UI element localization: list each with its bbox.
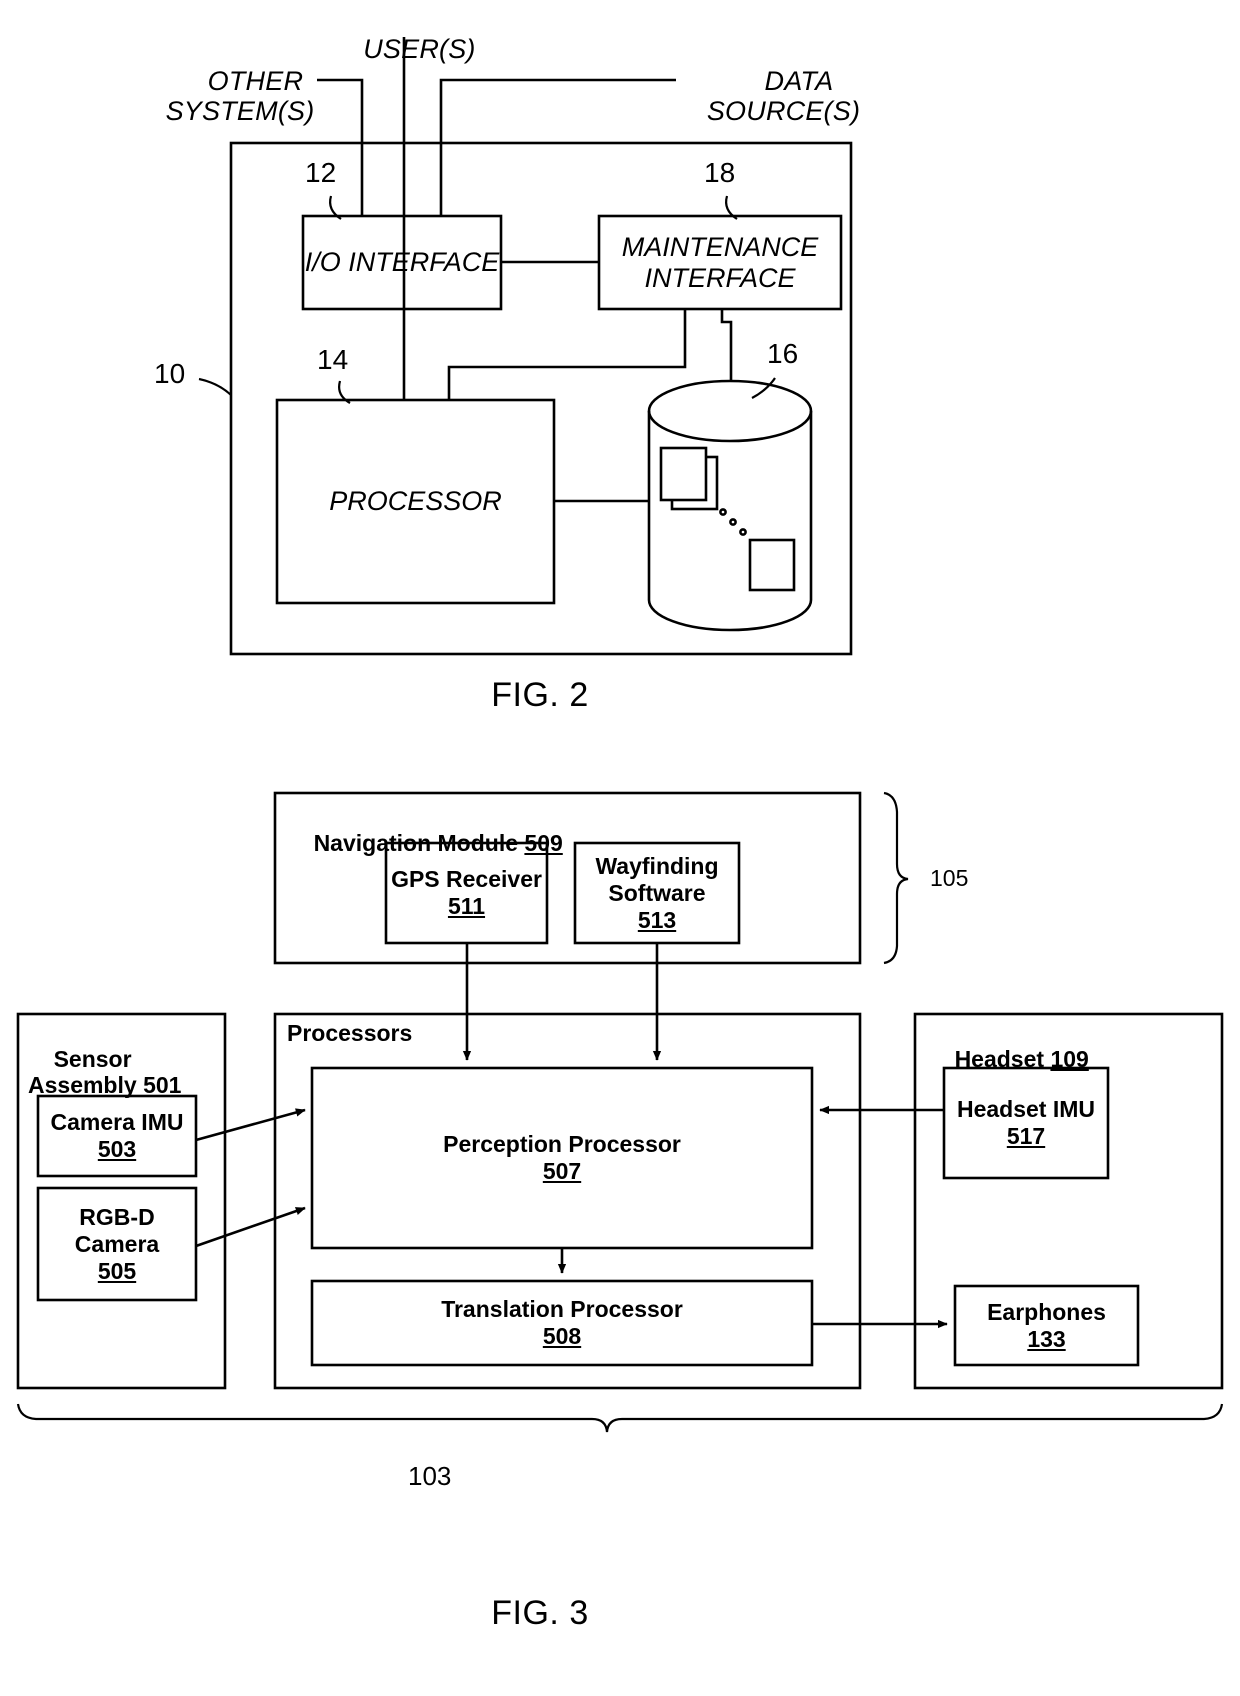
fig2-leader-16 — [751, 377, 776, 399]
fig2-link-maintenance-database — [720, 309, 733, 382]
fig3-title: FIG. 3 — [491, 1594, 589, 1632]
fig3-headset-imu-label: Headset IMU 517 — [956, 1096, 1096, 1149]
fig2-link-maintenance-processor — [447, 309, 687, 400]
fig2-ref-14: 14 — [317, 344, 349, 375]
fig2-db-record-lower — [748, 538, 796, 592]
fig3-earphones-label: Earphones 133 — [987, 1298, 1106, 1352]
fig3-gps-receiver-ref: 511 — [447, 893, 486, 919]
fig2-ref-16: 16 — [767, 338, 799, 369]
fig3-gps-receiver-label: GPS Receiver 511 — [391, 866, 542, 919]
patent-drawing-sheet: OTHER SYSTEM(S) USER(S) DATA SOURCE(S) 1… — [0, 0, 1240, 1696]
fig2-line-data-sources — [439, 78, 676, 216]
fig2-db-dot-1 — [719, 508, 727, 516]
fig3-wayfinding-software-ref: 513 — [637, 906, 677, 933]
fig2-db-dot-2 — [729, 518, 737, 526]
fig3-perception-processor-ref: 507 — [542, 1158, 582, 1184]
fig2-db-record-front — [659, 446, 708, 502]
fig3-headset-imu-ref: 517 — [1006, 1123, 1046, 1149]
fig3-camera-imu-ref: 503 — [97, 1136, 137, 1162]
fig2-ref-10: 10 — [154, 358, 186, 389]
fig2-title: FIG. 2 — [491, 676, 589, 714]
fig3-earphones-ref: 133 — [1027, 1325, 1066, 1352]
fig3-translation-processor-ref: 508 — [542, 1323, 582, 1349]
fig3-rgbd-camera-ref: 505 — [97, 1257, 137, 1284]
fig2-maintenance-interface-label: MAINTENANCE INTERFACE — [621, 231, 819, 293]
fig2-ref-12: 12 — [305, 157, 337, 188]
fig3-translation-processor-label: Translation Processor 508 — [441, 1296, 683, 1349]
fig3-wayfinding-software-label: Wayfinding Software 513 — [595, 852, 719, 933]
fig3-ref-103: 103 — [408, 1461, 452, 1491]
fig3-bracket-105 — [883, 791, 909, 965]
fig3-rgbd-camera-label: RGB-D Camera 505 — [74, 1203, 160, 1284]
fig2-io-interface-label: I/O INTERFACE — [304, 247, 500, 277]
fig2-label-data-sources: DATA SOURCE(S) — [706, 66, 861, 127]
fig3-ref-105: 105 — [930, 865, 969, 891]
fig2-database-top-ellipse — [647, 379, 813, 443]
fig2-processor-label: PROCESSOR — [329, 486, 502, 516]
fig2-label-users: USER(S) — [363, 34, 476, 65]
fig3-camera-imu-label: Camera IMU 503 — [50, 1109, 184, 1162]
fig3-processors-header: Processors — [287, 1020, 413, 1046]
fig2-leader-10 — [198, 377, 232, 396]
fig2-ref-18: 18 — [704, 157, 736, 188]
fig3-sensor-assembly-ref: 501 — [143, 1071, 182, 1098]
fig2-db-dot-3 — [739, 528, 747, 536]
fig3-perception-processor-label: Perception Processor 507 — [443, 1131, 681, 1184]
fig2-label-other-systems: OTHER SYSTEM(S) — [165, 66, 315, 127]
fig3-bracket-103 — [16, 1403, 1224, 1433]
fig3-arrow-rgbd-to-perception — [195, 1206, 306, 1248]
